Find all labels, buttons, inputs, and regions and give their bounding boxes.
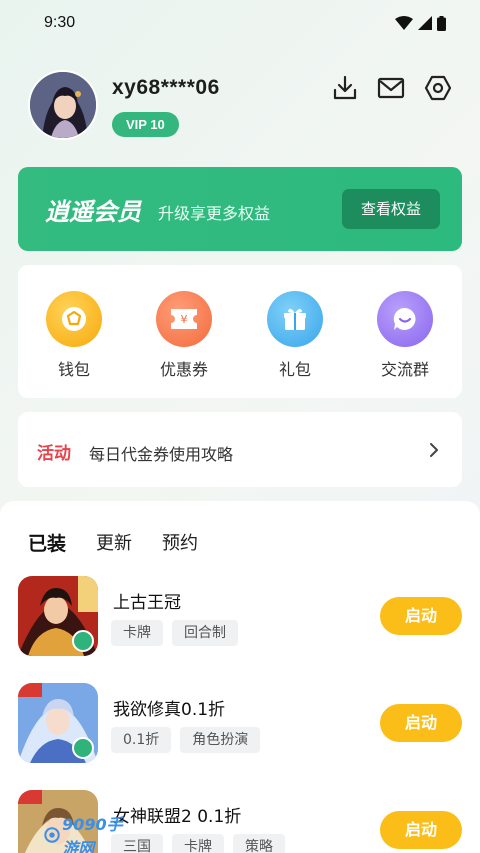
chevron-right-icon [430, 443, 438, 457]
view-benefits-button[interactable]: 查看权益 [342, 189, 440, 229]
game-tag: 角色扮演 [180, 727, 261, 753]
quick-action-gift[interactable]: 礼包 [255, 291, 335, 380]
signal-icon [418, 16, 432, 30]
quick-action-label: 交流群 [380, 360, 429, 379]
mail-icon[interactable] [377, 74, 405, 102]
quick-action-chat-group[interactable]: 交流群 [365, 291, 445, 380]
download-icon[interactable] [331, 74, 359, 102]
tab-updates[interactable]: 更新 [96, 529, 132, 556]
game-tag: 0.1折 [111, 727, 172, 753]
profile-header: xy68****06 VIP 10 [28, 70, 458, 142]
launch-button[interactable]: 启动 [380, 811, 462, 849]
status-bar: 9:30 [0, 0, 480, 46]
game-tag: 策略 [233, 834, 285, 853]
activity-banner[interactable]: 活动 每日代金券使用攻略 [18, 412, 462, 487]
shield-icon [72, 630, 94, 652]
username: xy68****06 [112, 76, 220, 99]
game-icon[interactable] [18, 683, 98, 763]
svg-text:¥: ¥ [181, 313, 188, 326]
activity-tag: 活动 [37, 444, 71, 464]
launch-button[interactable]: 启动 [380, 704, 462, 742]
games-tabs: 已装 更新 预约 [28, 529, 198, 556]
game-tag: 卡牌 [111, 620, 163, 646]
launch-button[interactable]: 启动 [380, 597, 462, 635]
shield-icon [72, 737, 94, 759]
game-tags: 卡牌 回合制 [111, 620, 238, 646]
game-tag: 回合制 [172, 620, 238, 646]
watermark-icon [44, 826, 60, 843]
watermark-text: 9090手游网 [62, 814, 123, 853]
status-icons [395, 15, 446, 31]
watermark-logo: 9090手游网 [44, 815, 124, 853]
gift-icon [267, 291, 323, 347]
games-section: 已装 更新 预约 上古王冠 卡牌 回合制 启动 我欲修真0.1折 0.1折 角色… [0, 501, 480, 853]
game-tags: 三国 卡牌 策略 [111, 834, 285, 853]
game-tag: 卡牌 [172, 834, 224, 853]
status-time: 9:30 [44, 14, 76, 31]
wallet-icon [46, 291, 102, 347]
game-tags: 0.1折 角色扮演 [111, 727, 261, 753]
game-row[interactable]: 上古王冠 卡牌 回合制 启动 [18, 576, 462, 658]
activity-text: 每日代金券使用攻略 [89, 445, 234, 464]
member-card[interactable]: 逍遥会员 升级享更多权益 查看权益 [18, 167, 462, 251]
game-name: 我欲修真0.1折 [113, 700, 226, 720]
game-name: 女神联盟2 0.1折 [113, 807, 242, 827]
quick-action-coupon[interactable]: ¥ 优惠券 [144, 291, 224, 380]
tab-reservations[interactable]: 预约 [162, 529, 198, 556]
game-name: 上古王冠 [113, 593, 181, 613]
member-subtitle: 升级享更多权益 [158, 204, 271, 223]
quick-action-label: 优惠券 [159, 360, 208, 379]
quick-action-label: 钱包 [57, 360, 90, 379]
game-row[interactable]: 我欲修真0.1折 0.1折 角色扮演 启动 [18, 683, 462, 765]
quick-action-wallet[interactable]: 钱包 [34, 291, 114, 380]
avatar[interactable] [28, 70, 98, 140]
wifi-icon [395, 16, 413, 30]
vip-badge[interactable]: VIP 10 [112, 112, 179, 137]
quick-action-label: 礼包 [278, 360, 311, 379]
chat-icon [377, 291, 433, 347]
tab-installed[interactable]: 已装 [28, 529, 67, 556]
battery-icon [437, 15, 446, 31]
game-icon[interactable] [18, 576, 98, 656]
member-title: 逍遥会员 [45, 198, 141, 226]
settings-hexagon-icon[interactable] [424, 74, 452, 102]
coupon-icon: ¥ [156, 291, 212, 347]
quick-actions-panel: 钱包 ¥ 优惠券 礼包 交流群 [18, 265, 462, 398]
